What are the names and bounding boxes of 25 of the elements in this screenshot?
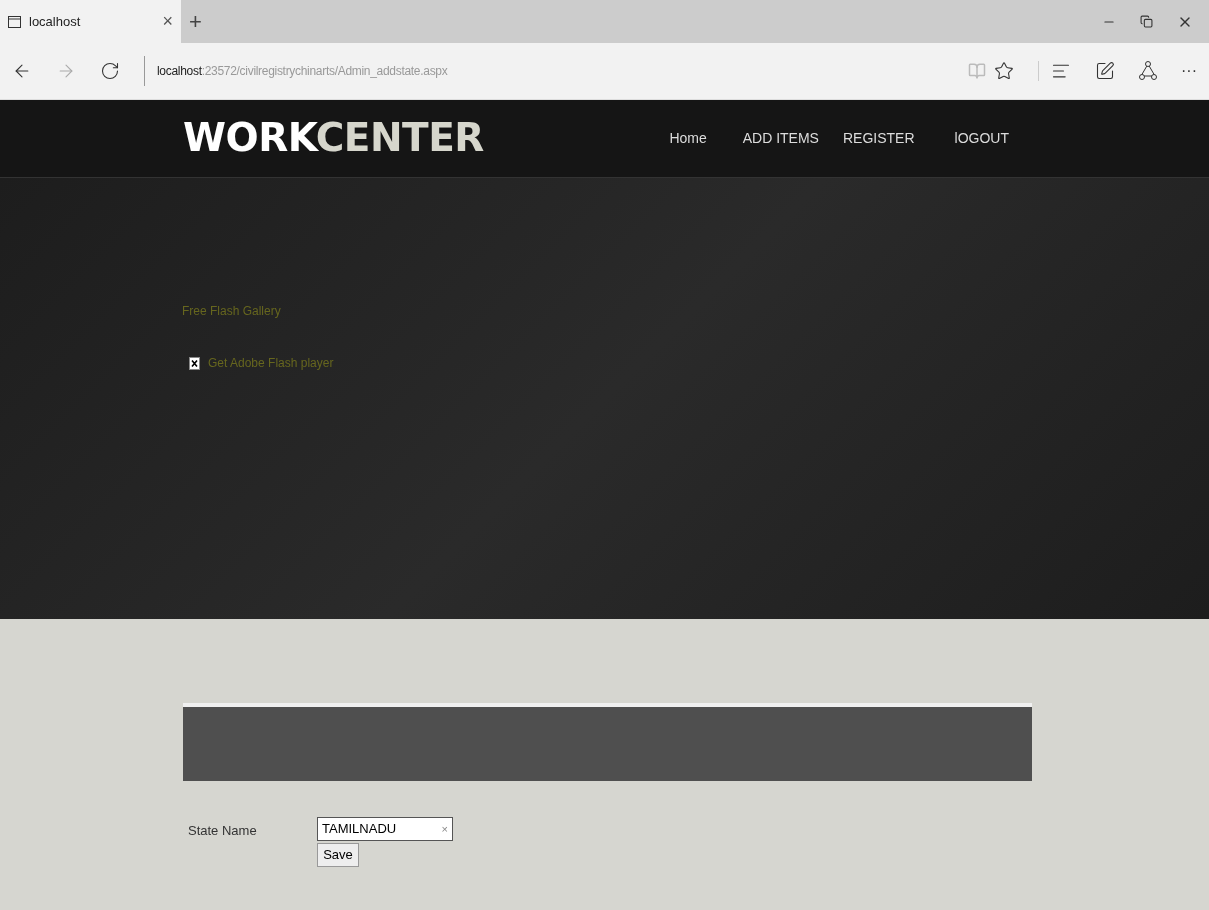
favorite-star-icon[interactable] [994, 61, 1014, 81]
browser-tab[interactable]: localhost × [0, 0, 181, 43]
note-icon[interactable] [1095, 61, 1115, 81]
new-tab-button[interactable]: + [189, 5, 202, 38]
share-icon[interactable] [1139, 61, 1157, 81]
tab-title: localhost [29, 12, 82, 31]
save-button[interactable]: Save [317, 843, 359, 867]
nav-link[interactable]: Home [669, 128, 707, 149]
tab-close-button[interactable]: × [162, 8, 173, 35]
nav-link[interactable]: lOGOUT [954, 128, 1009, 149]
state-name-field[interactable]: TAMILNADU × [317, 817, 453, 841]
field-value: TAMILNADU [322, 820, 398, 839]
restore-icon[interactable] [1140, 15, 1153, 28]
page-icon [8, 15, 21, 28]
gallery-text: Free Flash Gallery [182, 303, 281, 320]
nav-link[interactable]: ADD ITEMS [742, 128, 819, 149]
site-logo: WORKCENTER [183, 114, 484, 163]
refresh-icon[interactable] [100, 61, 120, 81]
field-label: State Name [187, 822, 258, 840]
address-field[interactable]: localhost:23572/civilregistrychinarts/Admin_addstate.aspx [157, 62, 448, 80]
hub-icon[interactable] [1038, 61, 1071, 81]
clear-button[interactable]: × [441, 820, 448, 838]
more-button[interactable]: ··· [1181, 59, 1197, 83]
broken-image-icon [189, 356, 200, 370]
nav-link[interactable]: REGISTER [842, 128, 915, 149]
